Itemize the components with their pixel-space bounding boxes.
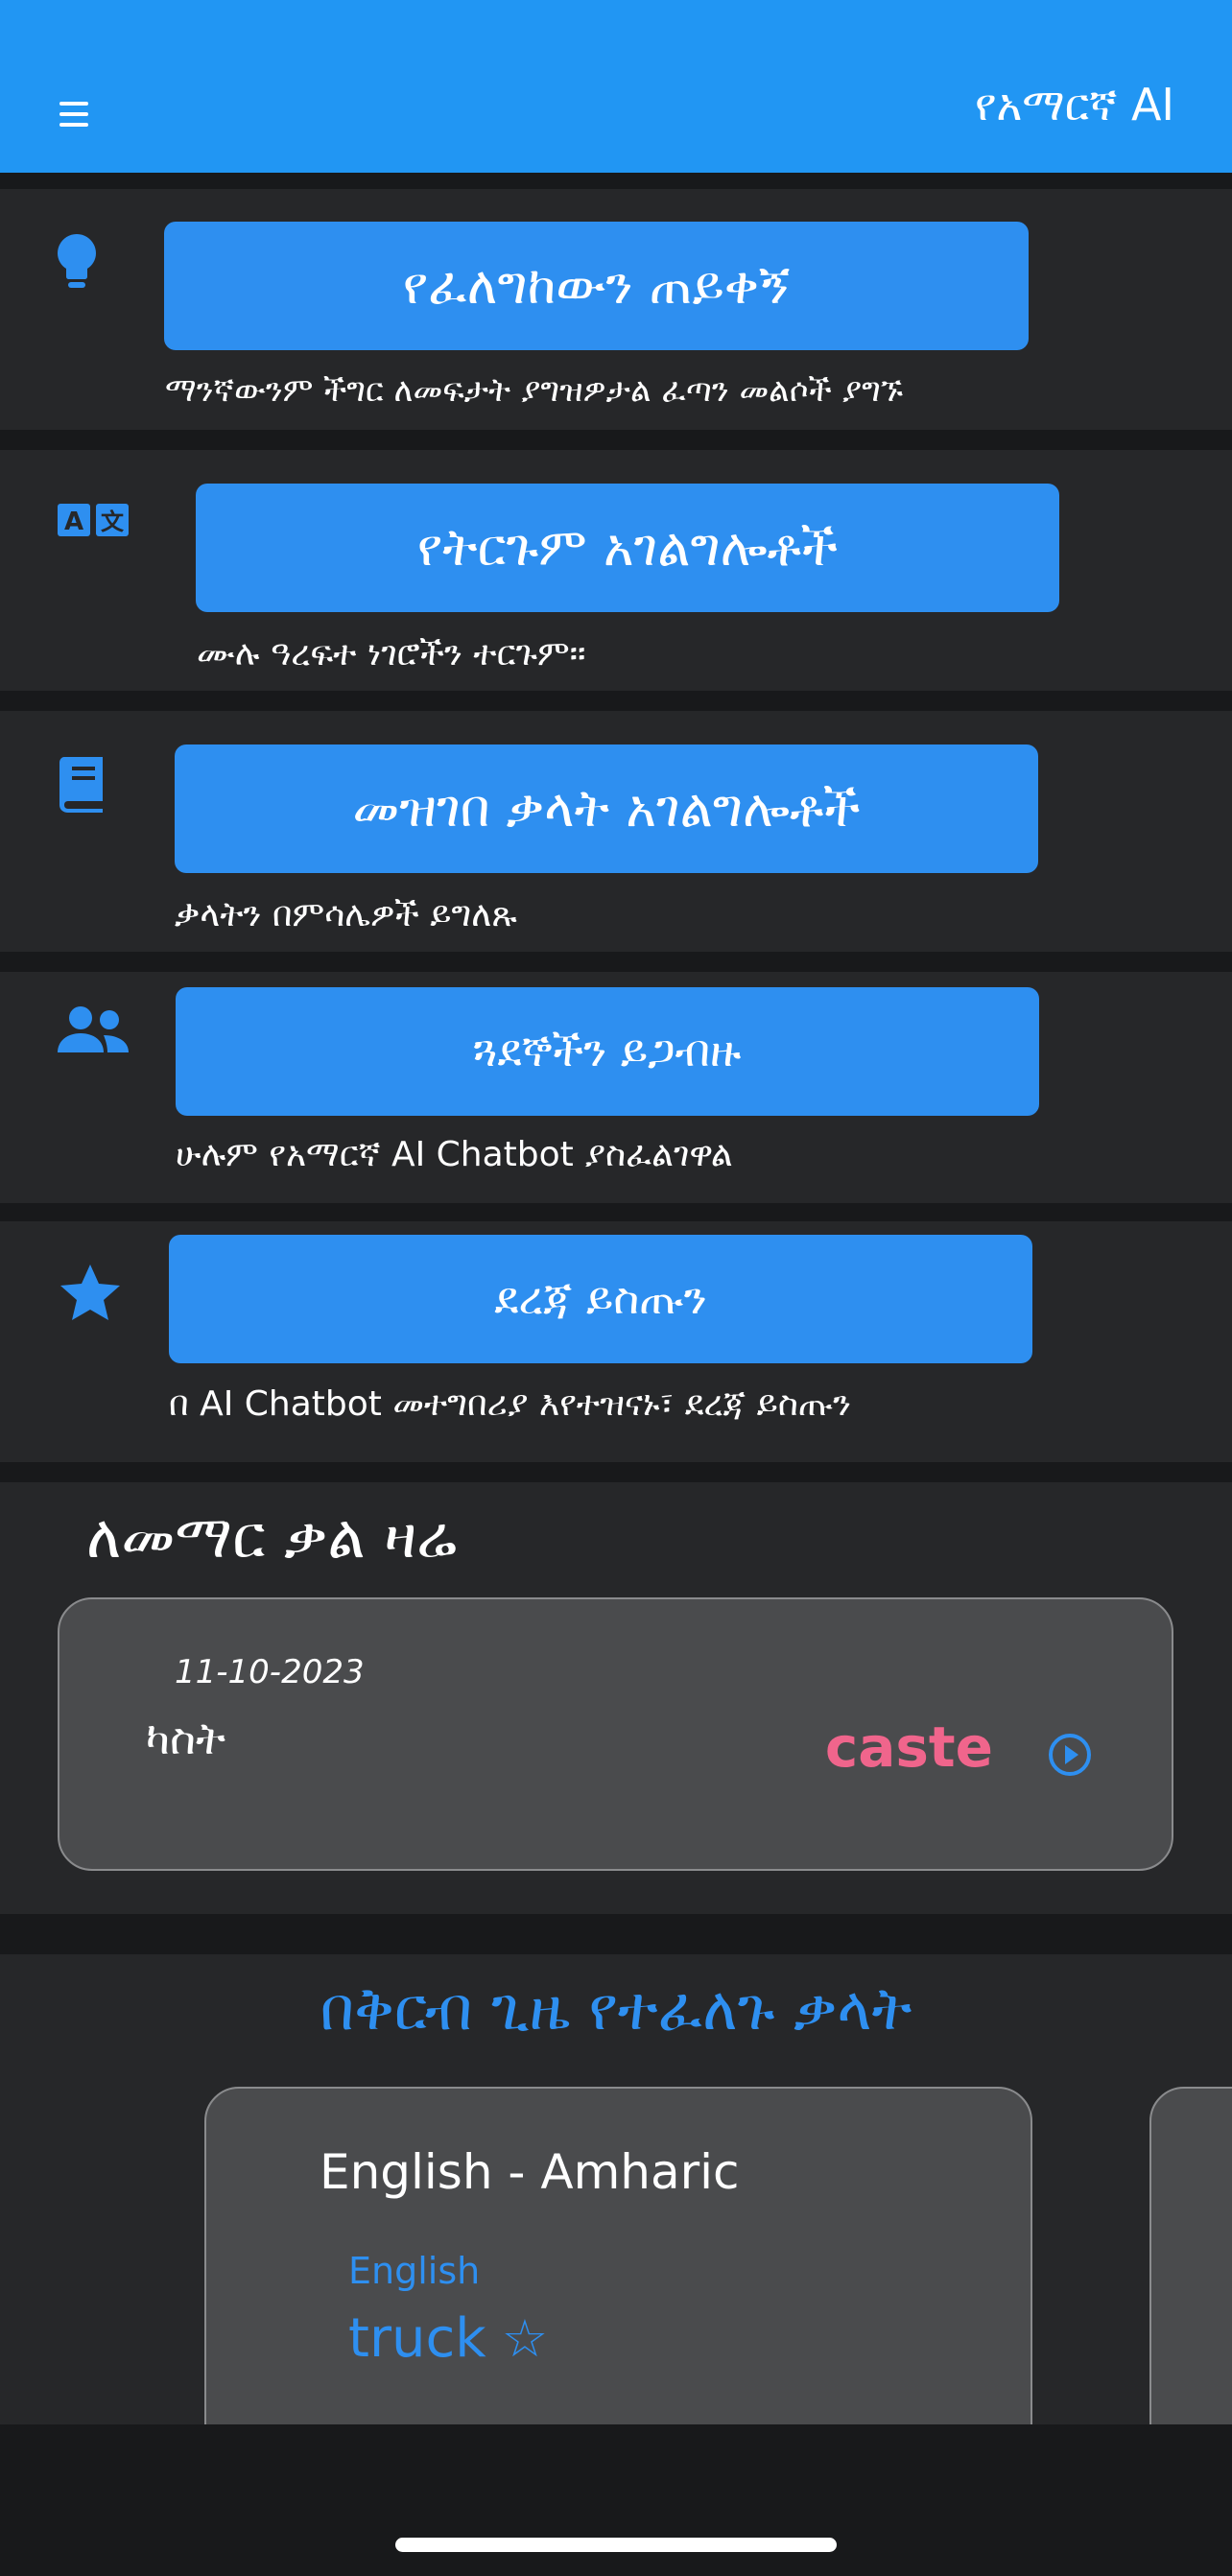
home-indicator <box>395 2538 837 2552</box>
word-of-day-section: ለመማር ቃል ዛሬ 11-10-2023 ካስት caste <box>0 1482 1232 1914</box>
source-language-label: English <box>348 2250 481 2292</box>
svg-text:A: A <box>64 508 83 536</box>
feature-description: ማንኛውንም ችግር ለመፍታት ያግዝዎታል ፈጣን መልሶች ያግኙ <box>165 371 904 410</box>
star-icon <box>52 1254 129 1331</box>
feature-description: በ AI Chatbot መተግበሪያ እየተዝናኑ፣ ደረጃ ይስጡን <box>169 1384 852 1424</box>
feature-description: ሙሉ ዓረፍተ ነገሮችን ተርጉም። <box>197 634 586 674</box>
feature-card-ask: የፈለግከውን ጠይቀኝ ማንኛውንም ችግር ለመፍታት ያግዝዎታል ፈጣን… <box>0 189 1232 430</box>
word-amharic: ካስት <box>146 1713 226 1764</box>
invite-friends-button[interactable]: ጓደኞችን ይጋብዙ <box>176 987 1039 1116</box>
word-of-day-heading: ለመማር ቃል ዛሬ <box>86 1501 457 1572</box>
recent-word-text: truck <box>348 2307 486 2370</box>
recent-word: truck ☆ <box>348 2307 548 2370</box>
recent-words-section: በቅርብ ጊዜ የተፈለጉ ቃላት English - Amharic Engl… <box>0 1954 1232 2424</box>
rate-us-button[interactable]: ደረጃ ይስጡን <box>169 1235 1032 1363</box>
feature-description: ቃላትን በምሳሌዎች ይግለጹ <box>175 895 517 934</box>
feature-card-translate: A文 የትርጉም አገልግሎቶች ሙሉ ዓረፍተ ነገሮችን ተርጉም። <box>0 450 1232 691</box>
word-of-day-card[interactable]: 11-10-2023 ካስት caste <box>58 1597 1173 1871</box>
word-date: 11-10-2023 <box>175 1653 365 1691</box>
translate-icon: A文 <box>56 483 132 559</box>
book-icon <box>44 745 121 822</box>
people-icon <box>56 991 132 1068</box>
translation-button[interactable]: የትርጉም አገልግሎቶች <box>196 484 1059 612</box>
play-circle-icon[interactable] <box>1047 1732 1093 1778</box>
feature-card-dictionary: መዝገበ ቃላት አገልግሎቶች ቃላትን በምሳሌዎች ይግለጹ <box>0 711 1232 952</box>
ask-button[interactable]: የፈለግከውን ጠይቀኝ <box>164 222 1029 350</box>
recent-word-card[interactable]: English - Amharic English truck ☆ <box>204 2087 1032 2424</box>
star-outline-icon[interactable]: ☆ <box>502 2308 548 2369</box>
app-title: የአማርኛ AI <box>974 79 1174 130</box>
lightbulb-icon <box>38 224 115 300</box>
language-pair-title: English - Amharic <box>320 2144 740 2200</box>
feature-description: ሁሉም የአማርኛ AI Chatbot ያስፈልገዋል <box>176 1135 733 1174</box>
app-bar: የአማርኛ AI <box>0 0 1232 173</box>
feature-card-rate: ደረጃ ይስጡን በ AI Chatbot መተግበሪያ እየተዝናኑ፣ ደረጃ… <box>0 1221 1232 1462</box>
dictionary-button[interactable]: መዝገበ ቃላት አገልግሎቶች <box>175 744 1038 873</box>
feature-card-invite: ጓደኞችን ይጋብዙ ሁሉም የአማርኛ AI Chatbot ያስፈልገዋል <box>0 972 1232 1203</box>
recent-words-heading: በቅርብ ጊዜ የተፈለጉ ቃላት <box>320 1973 912 2044</box>
svg-text:文: 文 <box>101 508 125 535</box>
recent-word-card[interactable] <box>1149 2087 1232 2424</box>
word-english: caste <box>824 1714 993 1780</box>
menu-icon[interactable] <box>59 94 100 134</box>
